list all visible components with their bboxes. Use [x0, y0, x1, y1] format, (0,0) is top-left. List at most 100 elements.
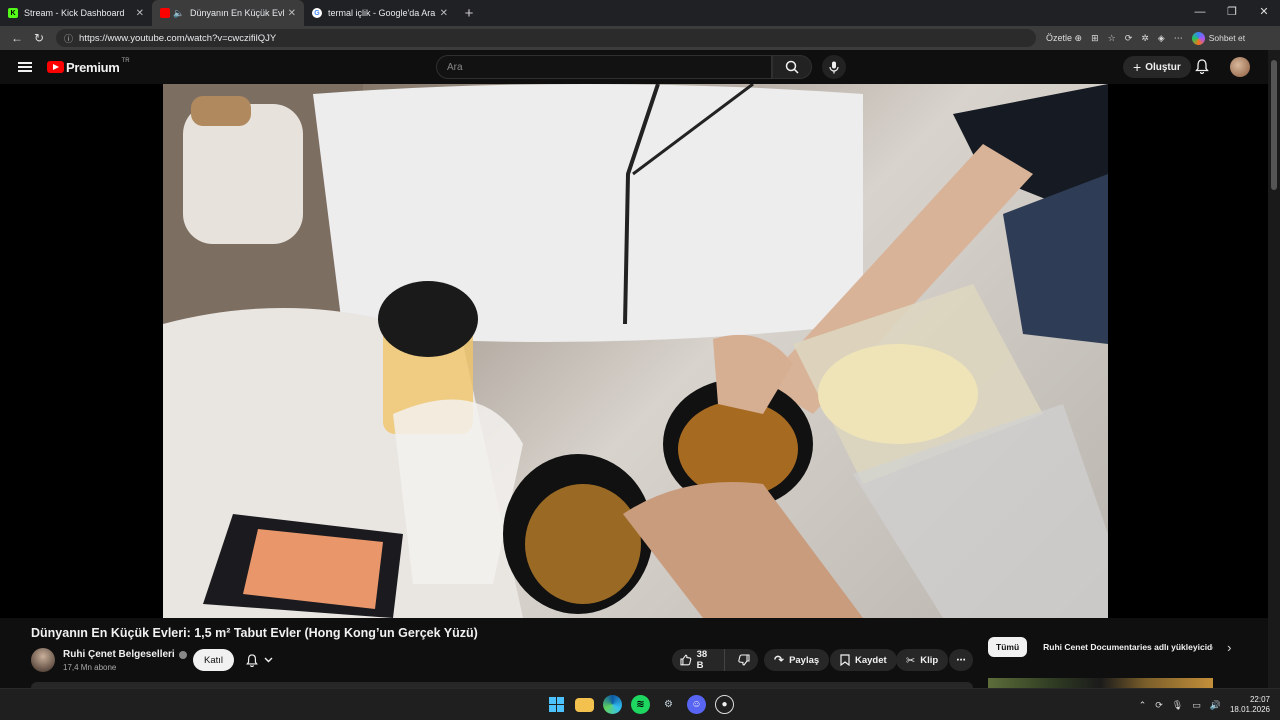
network-icon[interactable]: ▭ [1192, 700, 1201, 711]
search-button[interactable] [772, 55, 812, 79]
volume-icon[interactable]: 🔊 [1210, 700, 1221, 711]
close-tab-icon[interactable]: ✕ [136, 8, 144, 19]
more-icon: ⋯ [956, 654, 966, 666]
url-field[interactable]: ⓘ https://www.youtube.com/watch?v=cwczif… [56, 29, 1036, 47]
kick-icon: K [8, 8, 18, 18]
dislike-button[interactable] [730, 649, 758, 671]
extensions-puzzle-icon[interactable]: ✲ [1141, 33, 1149, 44]
summarize-label: Özetle [1046, 32, 1073, 43]
logo-text: Premium [66, 59, 120, 75]
refresh-icon[interactable]: ↻ [28, 31, 50, 45]
file-explorer-icon[interactable] [575, 698, 594, 712]
summarize-button[interactable]: Özetle ⊕ [1046, 33, 1082, 44]
account-avatar[interactable] [1230, 57, 1250, 77]
toolbar-right: Özetle ⊕ ⊞ ☆ ⟳ ✲ ◈ ⋯ Sohbet et [1046, 31, 1246, 45]
time: 22:07 [1249, 695, 1270, 704]
collections-icon[interactable]: ◈ [1158, 33, 1165, 44]
speaker-icon[interactable]: 🔈 [173, 8, 184, 18]
save-button[interactable]: Kaydet [830, 649, 897, 671]
subscription-bell-button[interactable] [237, 649, 281, 671]
chip-uploader[interactable]: Ruhi Cenet Documentaries adlı yükleyicid… [1035, 637, 1214, 657]
favorite-star-icon[interactable]: ☆ [1108, 33, 1116, 44]
copilot-chat-button[interactable]: Sohbet et [1191, 31, 1246, 45]
sync-icon[interactable]: ⟳ [1155, 700, 1163, 711]
apps-icon[interactable]: ⊞ [1091, 33, 1099, 44]
subscriber-count: 17,4 Mn abone [63, 663, 117, 672]
browser-tab-bar: K Stream - Kick Dashboard ✕ 🔈 Dünyanın E… [0, 0, 1280, 26]
youtube-logo[interactable]: Premium TR [47, 58, 130, 75]
tab-title: termal içlik - Google'da Ara [328, 8, 436, 18]
discord-icon[interactable]: ☺ [687, 695, 706, 714]
bell-icon [245, 653, 258, 667]
steam-icon[interactable]: ⚙ [659, 695, 678, 714]
related-filter-chips: Tümü Ruhi Cenet Documentaries adlı yükle… [988, 637, 1231, 657]
create-button[interactable]: + Oluştur [1123, 56, 1191, 78]
menu-hamburger-icon[interactable] [18, 60, 32, 74]
share-button[interactable]: ↷ Paylaş [764, 649, 830, 671]
voice-search-button[interactable] [822, 55, 846, 79]
channel-name: Ruhi Çenet Belgeselleri [63, 649, 175, 660]
windows-start-icon[interactable] [547, 695, 566, 714]
chevron-up-icon[interactable]: ⌃ [1139, 700, 1147, 711]
google-icon: G [312, 8, 322, 18]
url-text: https://www.youtube.com/watch?v=cwczifil… [79, 32, 277, 44]
search-icon [785, 60, 799, 74]
tab-kick-dashboard[interactable]: K Stream - Kick Dashboard ✕ [0, 0, 152, 26]
video-frame[interactable] [163, 84, 1108, 618]
like-button[interactable]: 38 B [672, 649, 725, 671]
share-label: Paylaş [789, 654, 820, 666]
back-arrow-icon[interactable]: ← [6, 31, 28, 45]
chip-all[interactable]: Tümü [988, 637, 1028, 657]
scissors-icon: ✂ [906, 654, 916, 667]
channel-name-link[interactable]: Ruhi Çenet Belgeselleri [63, 649, 187, 660]
youtube-header: Premium TR Ara + Oluştur [0, 50, 1268, 84]
site-info-icon[interactable]: ⓘ [64, 32, 73, 45]
youtube-icon [160, 8, 170, 18]
video-title: Dünyanın En Küçük Evleri: 1,5 m² Tabut E… [31, 626, 478, 640]
bookmark-icon [840, 654, 850, 666]
search-placeholder: Ara [447, 61, 463, 73]
clip-button[interactable]: ✂ Klip [896, 649, 949, 671]
spotify-icon[interactable]: ≋ [631, 695, 650, 714]
close-tab-icon[interactable]: ✕ [288, 8, 296, 19]
close-window-icon[interactable]: ✕ [1248, 0, 1280, 26]
windows-taskbar: ≋ ⚙ ☺ ● ⌃ ⟳ 🎙 ▭ 🔊 22:07 18.01.2026 [0, 688, 1280, 720]
minimize-icon[interactable]: — [1184, 0, 1216, 26]
clip-label: Klip [920, 654, 939, 666]
chip-label: Tümü [996, 642, 1020, 652]
new-tab-button[interactable]: + [456, 5, 482, 22]
notifications-bell-icon[interactable] [1195, 59, 1209, 79]
extension-icon[interactable]: ⟳ [1125, 33, 1133, 44]
window-controls: — ❐ ✕ [1184, 0, 1280, 26]
save-label: Kaydet [855, 654, 887, 666]
video-player[interactable] [0, 84, 1268, 618]
related-video-thumbnail[interactable] [988, 678, 1213, 688]
thumbs-up-icon [680, 654, 692, 666]
microphone-tray-icon[interactable]: 🎙 [1172, 700, 1183, 711]
join-button[interactable]: Katıl [193, 649, 235, 671]
chevron-down-icon [264, 657, 272, 663]
copilot-label: Sohbet et [1208, 33, 1246, 43]
channel-avatar[interactable] [31, 648, 55, 672]
maximize-icon[interactable]: ❐ [1216, 0, 1248, 26]
tab-google-search[interactable]: G termal içlik - Google'da Ara ✕ [304, 0, 456, 26]
close-tab-icon[interactable]: ✕ [440, 8, 448, 19]
tab-title: Dünyanın En Küçük Evleri: 1,5 [190, 8, 284, 18]
copilot-icon [1191, 31, 1205, 45]
video-content-image [163, 84, 1108, 618]
more-actions-button[interactable]: ⋯ [949, 649, 973, 671]
system-tray: ⌃ ⟳ 🎙 ▭ 🔊 22:07 18.01.2026 [1139, 695, 1270, 715]
obs-icon[interactable]: ● [715, 695, 734, 714]
create-label: Oluştur [1145, 61, 1181, 73]
tab-title: Stream - Kick Dashboard [24, 8, 125, 18]
tab-youtube-video[interactable]: 🔈 Dünyanın En Küçük Evleri: 1,5 ✕ [152, 0, 304, 26]
chevron-right-icon[interactable]: › [1227, 640, 1231, 655]
clock[interactable]: 22:07 18.01.2026 [1230, 695, 1270, 715]
search-input[interactable]: Ara [436, 55, 772, 79]
page-scrollbar[interactable] [1268, 50, 1280, 688]
edge-icon[interactable] [603, 695, 622, 714]
share-icon: ↷ [774, 653, 785, 667]
like-dislike-group: 38 B [672, 649, 758, 671]
more-options-icon[interactable]: ⋯ [1174, 33, 1183, 44]
scrollbar-thumb[interactable] [1271, 60, 1277, 190]
